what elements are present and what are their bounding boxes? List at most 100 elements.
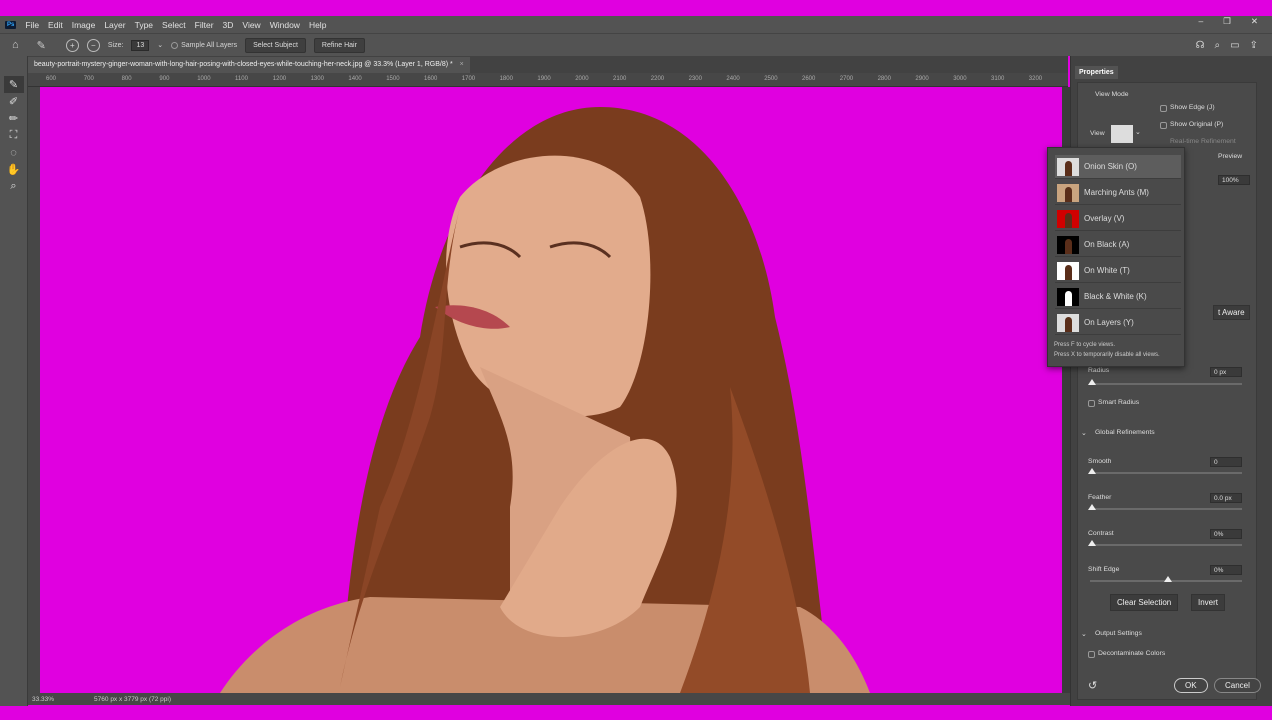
menu-file[interactable]: File	[25, 20, 39, 30]
radius-input[interactable]: 0 px	[1210, 367, 1242, 377]
sample-all-layers-checkbox[interactable]	[171, 41, 179, 49]
global-refinements-heading[interactable]: Global Refinements	[1095, 429, 1155, 436]
output-settings-chevron-icon[interactable]: ⌄	[1081, 630, 1087, 638]
smooth-slider-thumb[interactable]	[1088, 468, 1096, 474]
smooth-label: Smooth	[1088, 458, 1112, 465]
view-mode-thumbnail	[1057, 157, 1079, 176]
menu-type[interactable]: Type	[135, 20, 153, 30]
learn-icon[interactable]: ☊	[1196, 40, 1205, 51]
menu-bar: Ps File Edit Image Layer Type Select Fil…	[0, 16, 1272, 33]
refine-edge-brush-icon[interactable]: ✐	[4, 93, 24, 110]
shift-edge-label: Shift Edge	[1088, 566, 1120, 573]
menu-filter[interactable]: Filter	[195, 20, 214, 30]
horizontal-ruler: 600 700 800 900 1000 1100 1200 1300 1400 1500 1600…	[28, 73, 1068, 87]
ruler-tick-label: 1900	[537, 76, 551, 82]
menu-image[interactable]: Image	[72, 20, 96, 30]
menu-layer[interactable]: Layer	[104, 20, 125, 30]
lasso-tool-icon[interactable]: ◌	[4, 144, 24, 161]
zoom-tool-icon[interactable]: ⌕	[4, 178, 24, 195]
view-mode-label: Onion Skin (O)	[1084, 162, 1137, 171]
restore-button[interactable]: ❐	[1223, 16, 1231, 27]
smooth-slider[interactable]	[1090, 472, 1242, 474]
contrast-label: Contrast	[1088, 530, 1114, 537]
smart-radius-checkbox[interactable]	[1088, 400, 1095, 407]
ruler-tick-label: 2500	[764, 76, 778, 82]
quick-selection-brush-icon[interactable]: ✎	[37, 39, 46, 52]
view-mode-option[interactable]: On Black (A)	[1055, 233, 1181, 257]
view-mode-option[interactable]: On Layers (Y)	[1055, 311, 1181, 335]
menu-window[interactable]: Window	[270, 20, 300, 30]
menu-3d[interactable]: 3D	[223, 20, 234, 30]
close-tab-icon[interactable]: ×	[460, 61, 464, 68]
view-label: View	[1090, 130, 1105, 137]
reset-icon[interactable]: ↺	[1088, 679, 1097, 692]
smooth-input[interactable]: 0	[1210, 457, 1242, 467]
home-icon[interactable]: ⌂	[12, 39, 19, 51]
hand-tool-icon[interactable]: ✋	[4, 161, 24, 178]
view-mode-label: Marching Ants (M)	[1084, 188, 1149, 197]
ruler-tick-label: 1100	[235, 76, 248, 82]
radius-slider-thumb[interactable]	[1088, 379, 1096, 385]
menu-help[interactable]: Help	[309, 20, 326, 30]
refine-hair-button[interactable]: Refine Hair	[313, 37, 365, 53]
workspace-icon[interactable]: ▭	[1230, 40, 1239, 51]
object-aware-button[interactable]: t Aware	[1213, 305, 1250, 320]
select-subject-button[interactable]: Select Subject	[245, 37, 306, 53]
decontaminate-colors-checkbox[interactable]	[1088, 651, 1095, 658]
brush-tool-icon[interactable]: ✏	[4, 110, 24, 127]
contrast-slider[interactable]	[1090, 544, 1242, 546]
view-mode-dropdown: Onion Skin (O) Marching Ants (M) Overlay (…	[1047, 147, 1185, 367]
view-dropdown-icon[interactable]: ⌄	[1135, 128, 1141, 136]
view-mode-label: On White (T)	[1084, 266, 1130, 275]
view-mode-option[interactable]: Marching Ants (M)	[1055, 181, 1181, 205]
subtract-from-selection-icon[interactable]: −	[86, 38, 100, 52]
show-original-checkbox[interactable]	[1160, 122, 1167, 129]
view-mode-option[interactable]: Black & White (K)	[1055, 285, 1181, 309]
ruler-tick-label: 2200	[650, 76, 665, 82]
view-mode-option[interactable]: Overlay (V)	[1055, 207, 1181, 231]
view-mode-option[interactable]: On White (T)	[1055, 259, 1181, 283]
shift-edge-slider-thumb[interactable]	[1164, 576, 1172, 582]
output-settings-heading[interactable]: Output Settings	[1095, 630, 1142, 637]
feather-label: Feather	[1088, 494, 1112, 501]
properties-tab[interactable]: Properties	[1075, 66, 1118, 79]
cancel-button[interactable]: Cancel	[1214, 678, 1261, 693]
image-canvas[interactable]	[40, 87, 1062, 693]
close-button[interactable]: ✕	[1251, 16, 1258, 27]
ruler-tick-label: 1700	[461, 76, 476, 82]
view-mode-option[interactable]: Onion Skin (O)	[1055, 155, 1181, 179]
ruler-tick-label: 700	[83, 76, 94, 82]
menu-view[interactable]: View	[242, 20, 260, 30]
menu-select[interactable]: Select	[162, 20, 186, 30]
zoom-level[interactable]: 33.33%	[32, 696, 54, 703]
quick-selection-tool-icon[interactable]: ✎	[3, 76, 24, 93]
feather-slider[interactable]	[1090, 508, 1242, 510]
share-icon[interactable]: ⇪	[1250, 40, 1258, 51]
ruler-tick-label: 3200	[1028, 76, 1043, 82]
ok-button[interactable]: OK	[1174, 678, 1208, 693]
global-refinements-chevron-icon[interactable]: ⌄	[1081, 429, 1087, 437]
feather-slider-thumb[interactable]	[1088, 504, 1096, 510]
invert-button[interactable]: Invert	[1191, 594, 1226, 611]
object-selection-icon[interactable]: ⛶	[4, 127, 24, 144]
size-dropdown-icon[interactable]: ⌄	[157, 41, 163, 49]
minimize-button[interactable]: –	[1199, 16, 1204, 27]
ruler-tick-label: 2700	[839, 76, 854, 82]
contrast-input[interactable]: 0%	[1210, 529, 1242, 539]
ruler-tick-label: 2100	[613, 76, 627, 82]
contrast-slider-thumb[interactable]	[1088, 540, 1096, 546]
clear-selection-button[interactable]: Clear Selection	[1110, 594, 1179, 611]
feather-input[interactable]: 0.0 px	[1210, 493, 1242, 503]
radius-slider[interactable]	[1090, 383, 1242, 385]
options-bar: ⌂ ✎ + − Size: 13 ⌄ Sample All Layers Sel…	[0, 33, 1272, 56]
shift-edge-input[interactable]: 0%	[1210, 565, 1242, 575]
menu-edit[interactable]: Edit	[48, 20, 63, 30]
size-input[interactable]: 13	[131, 39, 150, 51]
show-edge-checkbox[interactable]	[1160, 105, 1167, 112]
opacity-input[interactable]: 100%	[1218, 175, 1250, 185]
document-title: beauty-portrait-mystery-ginger-woman-wit…	[34, 61, 453, 68]
document-tab[interactable]: beauty-portrait-mystery-ginger-woman-wit…	[28, 57, 470, 73]
add-to-selection-icon[interactable]: +	[65, 38, 79, 52]
search-icon[interactable]: ⌕	[1215, 40, 1221, 51]
view-thumbnail[interactable]	[1111, 125, 1133, 143]
